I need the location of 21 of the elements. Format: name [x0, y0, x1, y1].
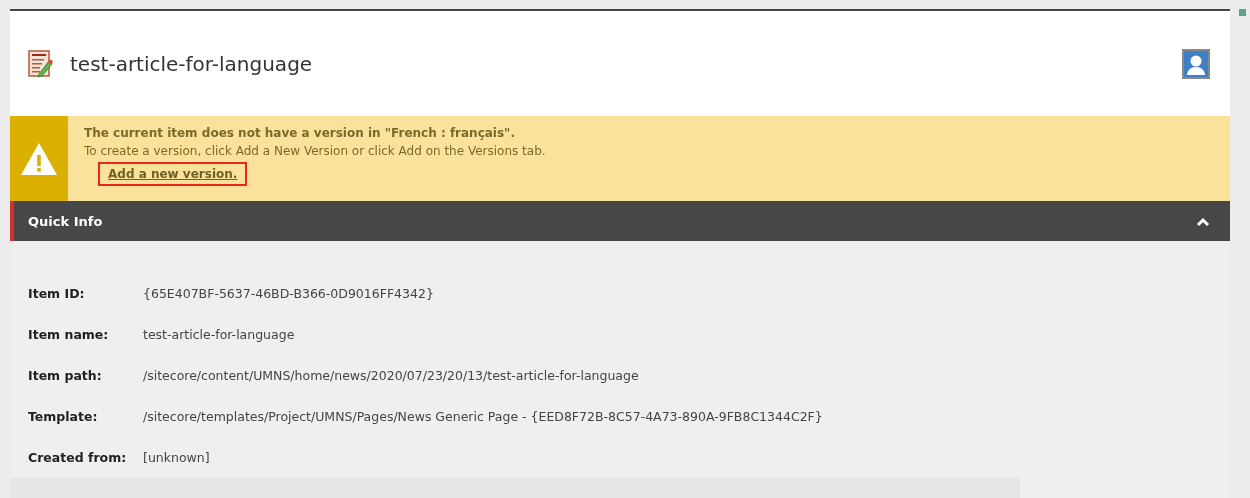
- warning-icon: [20, 141, 58, 176]
- section-title: Quick Info: [28, 213, 104, 229]
- user-avatar-icon: [1182, 48, 1210, 79]
- add-version-link[interactable]: Add a new version.: [98, 162, 248, 187]
- item-title: test-article-for-language: [70, 51, 314, 76]
- field-value: /sitecore/templates/Project/UMNS/Pages/News Generic Page - {EED8F72B-8C57-4A73-890A-9FB8C1344C2F}: [143, 409, 823, 424]
- field-value: {65E407BF-5637-46BD-B366-0D9016FF4342}: [143, 286, 434, 301]
- warning-heading: The current item does not have a version in "French : français".: [84, 126, 516, 141]
- field-value: /sitecore/content/UMNS/home/news/2020/07/23/20/13/test-article-for-language: [143, 368, 639, 383]
- chevron-up-icon[interactable]: [1196, 216, 1210, 226]
- status-indicator: [1238, 9, 1246, 16]
- field-label: Created from:: [28, 450, 128, 465]
- field-value: test-article-for-language: [143, 327, 295, 342]
- field-value: [unknown]: [143, 450, 210, 465]
- field-label: Item name:: [28, 327, 110, 342]
- section-header[interactable]: Quick Info: [10, 201, 1230, 241]
- field-label: Item path:: [28, 368, 103, 383]
- field-label: Template:: [28, 409, 99, 424]
- field-label: Item ID:: [28, 286, 86, 301]
- document-edit-icon: [28, 49, 54, 78]
- warning-text: To create a version, click Add a New Version or click Add on the Versions tab.: [84, 144, 546, 159]
